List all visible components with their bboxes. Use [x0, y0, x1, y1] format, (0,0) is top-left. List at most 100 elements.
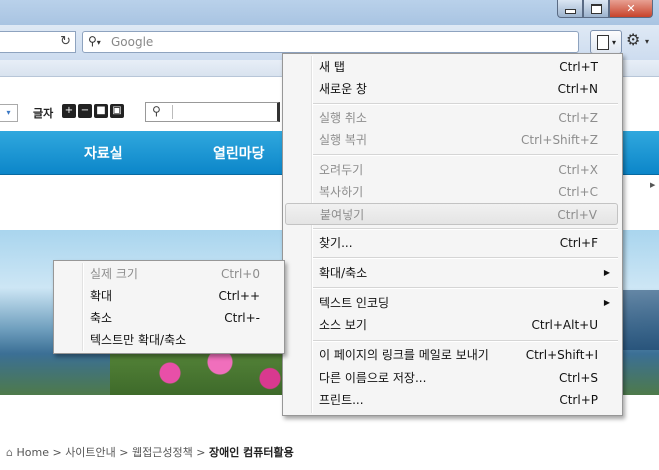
breadcrumb-item[interactable]: 웹접근성정책 — [132, 446, 193, 459]
menu-item-zoom[interactable]: 확대/축소 ▶ — [285, 262, 618, 284]
minimize-button[interactable] — [557, 0, 583, 18]
menu-separator — [313, 340, 618, 342]
chevron-down-icon: ▾ — [645, 37, 650, 46]
font-size-buttons: + − ■ ▣ — [62, 104, 124, 118]
chevron-down-icon: ▾ — [96, 38, 101, 47]
menu-separator — [313, 257, 618, 259]
menu-item-label: 오려두기 — [319, 163, 364, 177]
page-menu-button[interactable]: ▾ — [590, 30, 622, 54]
menu-separator — [313, 154, 618, 156]
font-reduce-button[interactable]: − — [78, 104, 92, 118]
menu-item-new-tab[interactable]: 새 탭 Ctrl+T — [285, 56, 618, 78]
menu-item-shortcut: Ctrl+S — [558, 371, 598, 385]
menu-item-label: 확대/축소 — [319, 266, 368, 280]
menu-item-zoom-text-only[interactable]: 텍스트만 확대/축소 — [56, 329, 280, 351]
menu-item-shortcut: Ctrl+Z — [558, 111, 598, 125]
menu-item-label: 확대 — [90, 289, 113, 303]
breadcrumb-home[interactable]: Home — [16, 446, 48, 459]
menu-item-shortcut: Ctrl+X — [558, 163, 598, 177]
menu-item-shortcut: Ctrl++ — [218, 289, 260, 303]
chevron-down-icon: ▾ — [612, 38, 617, 47]
zoom-submenu: 실제 크기 Ctrl+0 확대 Ctrl++ 축소 Ctrl+- 텍스트만 확대… — [53, 260, 285, 354]
search-input[interactable]: Google — [111, 35, 153, 49]
maximize-button[interactable] — [583, 0, 609, 18]
menu-separator — [313, 228, 618, 230]
menu-item-label: 텍스트만 확대/축소 — [90, 333, 187, 347]
menu-item-label: 실행 복귀 — [319, 133, 367, 147]
font-enlarge-button[interactable]: + — [62, 104, 76, 118]
search-engine-selector[interactable]: ⚲▾ — [88, 34, 101, 48]
breadcrumb-separator: > — [196, 446, 206, 459]
submenu-arrow-icon: ▶ — [603, 268, 610, 277]
maximize-icon — [590, 3, 602, 14]
page-context-menu: 새 탭 Ctrl+T 새로운 창 Ctrl+N 실행 취소 Ctrl+Z 실행 … — [282, 53, 623, 416]
title-bar: ✕ — [0, 0, 659, 25]
menu-item-label: 다른 이름으로 저장... — [319, 371, 427, 385]
nav-item-open-forum[interactable]: 열린마당 — [213, 143, 265, 163]
menu-item-save-as[interactable]: 다른 이름으로 저장... Ctrl+S — [285, 367, 618, 389]
menu-item-zoom-out[interactable]: 축소 Ctrl+- — [56, 307, 280, 329]
nav-item-archive[interactable]: 자료실 — [84, 143, 123, 163]
close-button[interactable]: ✕ — [609, 0, 653, 18]
reload-icon[interactable]: ↻ — [60, 34, 71, 49]
minimize-icon — [564, 9, 576, 14]
menu-item-shortcut: Ctrl+Alt+U — [531, 318, 599, 332]
divider — [172, 105, 173, 119]
menu-item-label: 실행 취소 — [319, 111, 367, 125]
site-select-dropdown[interactable]: ▾ — [0, 104, 18, 122]
menu-item-cut[interactable]: 오려두기 Ctrl+X — [285, 159, 618, 181]
menu-item-find[interactable]: 찾기... Ctrl+F — [285, 232, 618, 254]
menu-item-actual-size[interactable]: 실제 크기 Ctrl+0 — [56, 263, 280, 285]
address-bar[interactable]: ↻ — [0, 31, 76, 53]
tools-menu-button[interactable]: ⚙ ▾ — [626, 30, 656, 54]
search-icon: ⚲ — [88, 34, 97, 48]
submenu-arrow-icon: ▶ — [603, 298, 610, 307]
menu-separator — [313, 103, 618, 105]
page-icon — [597, 35, 609, 50]
menu-item-new-window[interactable]: 새로운 창 Ctrl+N — [285, 78, 618, 100]
menu-item-email-link[interactable]: 이 페이지의 링크를 메일로 보내기 Ctrl+Shift+I — [285, 344, 618, 366]
gear-icon: ⚙ — [626, 30, 641, 49]
menu-item-shortcut: Ctrl+C — [558, 185, 598, 199]
site-search-input[interactable]: ⚲ — [145, 102, 280, 122]
window-controls: ✕ — [557, 0, 653, 18]
menu-item-undo[interactable]: 실행 취소 Ctrl+Z — [285, 107, 618, 129]
menu-item-label: 붙여넣기 — [320, 208, 365, 222]
menu-item-print[interactable]: 프린트... Ctrl+P — [285, 389, 618, 411]
menu-item-shortcut: Ctrl+- — [224, 311, 260, 325]
close-icon: ✕ — [626, 2, 636, 15]
menu-item-label: 소스 보기 — [319, 318, 367, 332]
menu-item-copy[interactable]: 복사하기 Ctrl+C — [285, 181, 618, 203]
menu-item-redo[interactable]: 실행 복귀 Ctrl+Shift+Z — [285, 129, 618, 151]
breadcrumb-current: 장애인 컴퓨터활용 — [208, 446, 294, 459]
menu-item-label: 새로운 창 — [319, 82, 367, 96]
home-icon: ⌂ — [6, 446, 13, 459]
menu-item-zoom-in[interactable]: 확대 Ctrl++ — [56, 285, 280, 307]
menu-item-label: 복사하기 — [319, 185, 364, 199]
breadcrumb: ⌂ Home > 사이트안내 > 웹접근성정책 > 장애인 컴퓨터활용 — [6, 444, 294, 460]
search-icon: ⚲ — [152, 104, 161, 118]
breadcrumb-separator: > — [119, 446, 129, 459]
menu-item-label: 새 탭 — [319, 60, 345, 74]
font-reset-button[interactable]: ■ — [94, 104, 108, 118]
breadcrumb-separator: > — [52, 446, 62, 459]
menu-item-shortcut: Ctrl+N — [557, 82, 598, 96]
menu-item-shortcut: Ctrl+Shift+Z — [521, 133, 598, 147]
scroll-right-icon[interactable]: ▶ — [650, 181, 659, 191]
menu-item-label: 축소 — [90, 311, 113, 325]
menu-item-text-encoding[interactable]: 텍스트 인코딩 ▶ — [285, 292, 618, 314]
menu-item-label: 이 페이지의 링크를 메일로 보내기 — [319, 348, 489, 362]
menu-item-shortcut: Ctrl+F — [559, 236, 598, 250]
menu-item-view-source[interactable]: 소스 보기 Ctrl+Alt+U — [285, 314, 618, 336]
menu-item-shortcut: Ctrl+P — [559, 393, 598, 407]
print-button[interactable]: ▣ — [110, 104, 124, 118]
menu-item-shortcut: Ctrl+Shift+I — [525, 348, 598, 362]
menu-item-shortcut: Ctrl+0 — [220, 267, 260, 281]
search-box[interactable]: ⚲▾ Google — [82, 31, 579, 53]
menu-item-paste[interactable]: 붙여넣기 Ctrl+V — [285, 203, 618, 225]
font-size-label: 글자 — [33, 107, 54, 120]
menu-item-label: 프린트... — [319, 393, 364, 407]
menu-item-shortcut: Ctrl+T — [559, 60, 598, 74]
breadcrumb-item[interactable]: 사이트안내 — [65, 446, 116, 459]
menu-separator — [313, 287, 618, 289]
